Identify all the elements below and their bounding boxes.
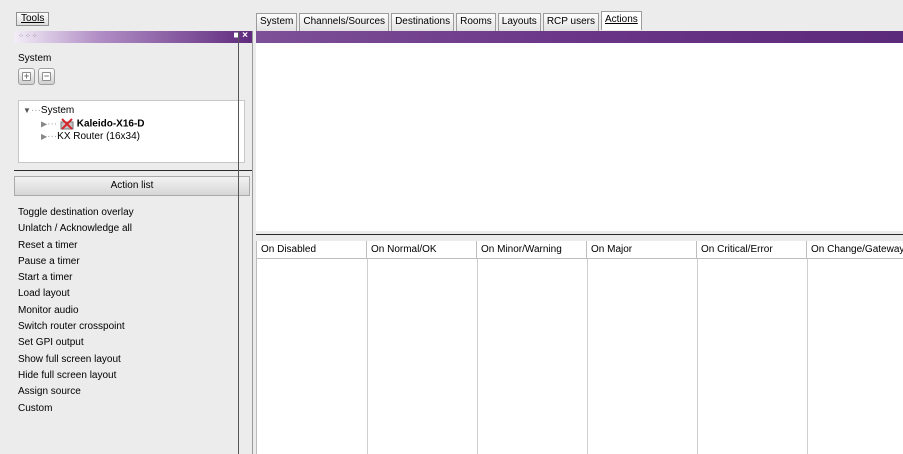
right-panel-title-bar: [256, 31, 903, 43]
column-header[interactable]: On Normal/OK: [367, 241, 477, 259]
tab-layouts[interactable]: Layouts: [497, 13, 541, 31]
column-header[interactable]: On Major: [587, 241, 697, 259]
tree-root-label: System: [40, 105, 75, 116]
add-button[interactable]: +: [18, 68, 35, 85]
tree-item-kaleido-label: Kaleido-X16-D: [76, 118, 145, 130]
column-header[interactable]: On Disabled: [257, 241, 367, 259]
right-splitter[interactable]: [256, 234, 903, 238]
column-divider: [477, 259, 478, 454]
tab-system[interactable]: System: [256, 13, 298, 31]
action-list-header: Action list: [14, 176, 250, 196]
tools-button[interactable]: Tools: [16, 12, 50, 26]
tree-item-kaleido[interactable]: ▶··· Kaleido-X16-D: [41, 118, 145, 130]
status-grid[interactable]: On Disabled On Normal/OK On Minor/Warnin…: [256, 241, 903, 454]
list-item[interactable]: Set GPI output: [18, 335, 248, 351]
column-divider: [697, 259, 698, 454]
list-item[interactable]: Show full screen layout: [18, 352, 248, 368]
tree-item-router-label: KX Router (16x34): [57, 131, 140, 142]
top-bar: Tools System Channels/Sources Destinatio…: [0, 0, 903, 31]
list-item[interactable]: Toggle destination overlay: [18, 205, 248, 221]
list-item[interactable]: Pause a timer: [18, 254, 248, 270]
list-item[interactable]: Start a timer: [18, 270, 248, 286]
tab-rooms[interactable]: Rooms: [456, 13, 496, 31]
list-item[interactable]: Reset a timer: [18, 238, 248, 254]
minus-icon: −: [42, 71, 51, 81]
left-panel-title-bar[interactable]: ⁘⁘⁘ ■ ×: [14, 30, 252, 43]
tab-actions[interactable]: Actions: [600, 11, 642, 30]
list-item[interactable]: Monitor audio: [18, 303, 248, 319]
left-splitter[interactable]: [14, 170, 252, 174]
action-editor-area[interactable]: [256, 43, 903, 231]
list-item[interactable]: Unlatch / Acknowledge all: [18, 221, 248, 237]
left-panel-border: [238, 31, 239, 454]
tab-destinations[interactable]: Destinations: [391, 13, 455, 31]
column-header[interactable]: On Critical/Error: [697, 241, 807, 259]
right-panel: On Disabled On Normal/OK On Minor/Warnin…: [256, 31, 903, 454]
list-item[interactable]: Custom: [18, 401, 248, 417]
action-list: Toggle destination overlay Unlatch / Ack…: [18, 205, 248, 417]
vertical-splitter[interactable]: [252, 31, 253, 454]
drag-grip-icon[interactable]: ⁘⁘⁘: [18, 32, 39, 40]
tab-channels-sources[interactable]: Channels/Sources: [299, 13, 390, 31]
column-divider: [807, 259, 808, 454]
window-controls-icon[interactable]: ■ ×: [233, 30, 248, 41]
column-divider: [367, 259, 368, 454]
left-panel: ⁘⁘⁘ ■ × System + − ▼···System ▶··· Kalei…: [14, 30, 252, 454]
column-divider: [587, 259, 588, 454]
system-tree[interactable]: ▼···System ▶··· Kaleido-X16-D ▶···KX Rou…: [18, 100, 245, 163]
status-grid-header: On Disabled On Normal/OK On Minor/Warnin…: [257, 241, 903, 259]
remove-button[interactable]: −: [38, 68, 55, 85]
list-item[interactable]: Assign source: [18, 384, 248, 400]
column-header[interactable]: On Change/Gateway: [807, 241, 903, 259]
tab-rcp-users[interactable]: RCP users: [542, 13, 599, 31]
list-item[interactable]: Switch router crosspoint: [18, 319, 248, 335]
plus-icon: +: [22, 71, 31, 81]
tree-item-router[interactable]: ▶···KX Router (16x34): [41, 131, 140, 142]
column-header[interactable]: On Minor/Warning: [477, 241, 587, 259]
list-item[interactable]: Load layout: [18, 286, 248, 302]
expanded-triangle-icon[interactable]: ▼: [23, 106, 31, 115]
list-item[interactable]: Hide full screen layout: [18, 368, 248, 384]
error-device-icon: [60, 118, 74, 130]
system-section-label: System: [18, 53, 52, 64]
tab-bar: System Channels/Sources Destinations Roo…: [256, 11, 644, 31]
tree-root[interactable]: ▼···System: [23, 105, 74, 116]
